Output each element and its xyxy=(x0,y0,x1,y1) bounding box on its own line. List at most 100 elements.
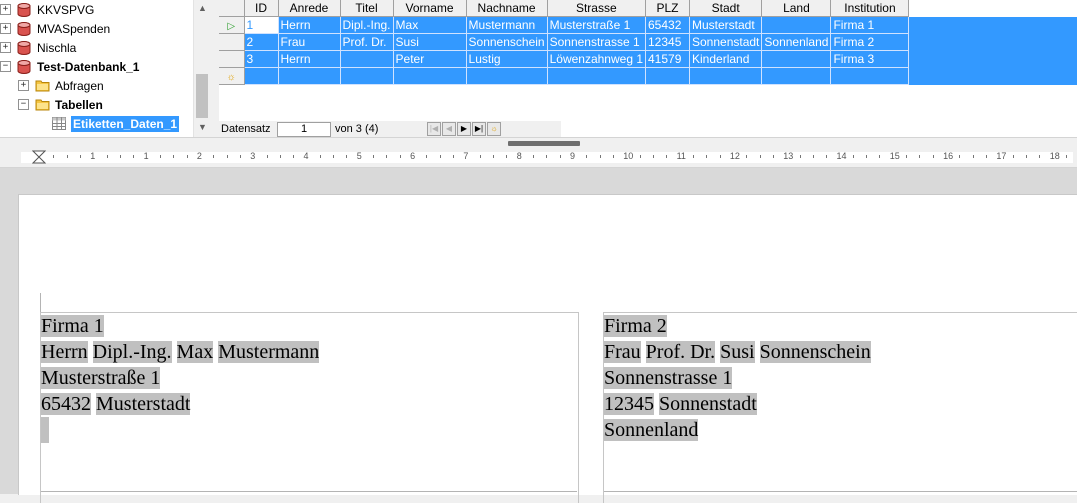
table-cell[interactable]: 65432 xyxy=(645,16,690,34)
collapse-icon[interactable]: − xyxy=(0,61,11,72)
table-cell[interactable]: 12345 xyxy=(645,33,690,51)
mail-merge-field[interactable]: Firma 2 xyxy=(604,315,667,337)
table-cell[interactable] xyxy=(830,67,910,85)
label-text-1[interactable]: Firma 1 Herrn Dipl.-Ing. Max Mustermann Mu… xyxy=(41,313,320,443)
mail-merge-field[interactable] xyxy=(41,417,49,443)
collapse-icon[interactable]: − xyxy=(18,99,29,110)
mail-merge-field[interactable]: Firma 1 xyxy=(41,315,104,337)
table-cell[interactable] xyxy=(761,16,832,34)
expand-icon[interactable]: + xyxy=(0,23,11,34)
tree-item[interactable]: − Tabellen xyxy=(18,95,103,114)
table-cell[interactable]: Firma 2 xyxy=(830,33,910,51)
mail-merge-field[interactable]: Sonnenstadt xyxy=(659,393,757,415)
table-cell[interactable] xyxy=(340,50,394,68)
table-cell[interactable]: 2 xyxy=(244,33,279,51)
table-cell[interactable]: Sonnenstrasse 1 xyxy=(547,33,647,51)
mail-merge-field[interactable]: Max xyxy=(176,341,214,363)
table-cell[interactable]: 3 xyxy=(244,50,279,68)
label-frame-1[interactable]: Firma 1 Herrn Dipl.-Ing. Max Mustermann Mu… xyxy=(40,312,579,503)
row-header[interactable]: ☼ xyxy=(219,67,245,85)
table-cell[interactable]: Sonnenland xyxy=(761,33,832,51)
data-grid[interactable]: ID Anrede Titel Vorname Nachname Strasse PLZ St… xyxy=(219,0,1077,137)
mail-merge-field[interactable]: Sonnenland xyxy=(604,419,699,441)
row-header[interactable] xyxy=(219,33,245,51)
label-text-2[interactable]: Firma 2 Frau Prof. Dr. Susi Sonnenschein S… xyxy=(604,313,871,443)
first-record-icon[interactable]: |◀ xyxy=(427,122,441,136)
table-row[interactable]: ▷ 1 Herrn Dipl.-Ing. Max Mustermann Musterstra… xyxy=(219,16,910,34)
table-cell[interactable] xyxy=(278,67,341,85)
table-cell[interactable]: Herrn xyxy=(278,50,341,68)
table-cell[interactable]: Max xyxy=(393,16,467,34)
scroll-thumb[interactable] xyxy=(196,74,208,118)
column-header[interactable]: Institution xyxy=(830,0,910,17)
table-cell[interactable] xyxy=(547,67,647,85)
table-cell[interactable]: Sonnenstadt xyxy=(689,33,763,51)
table-cell[interactable]: Musterstraße 1 xyxy=(547,16,647,34)
table-cell[interactable] xyxy=(645,67,690,85)
table-cell[interactable]: Firma 3 xyxy=(830,50,910,68)
mail-merge-field[interactable]: Mustermann xyxy=(218,341,320,363)
column-header[interactable]: Land xyxy=(761,0,832,17)
table-cell[interactable] xyxy=(244,67,279,85)
table-cell[interactable] xyxy=(761,50,832,68)
column-header[interactable]: Strasse xyxy=(547,0,647,17)
row-header[interactable]: ▷ xyxy=(219,16,245,34)
grid-corner[interactable] xyxy=(219,0,245,17)
column-header[interactable]: Vorname xyxy=(393,0,467,17)
column-header[interactable]: Titel xyxy=(340,0,394,17)
splitter-grip[interactable] xyxy=(508,141,580,146)
mail-merge-field[interactable]: Frau xyxy=(604,341,641,363)
column-header[interactable]: Nachname xyxy=(466,0,548,17)
label-frame-2[interactable]: Firma 2 Frau Prof. Dr. Susi Sonnenschein S… xyxy=(603,312,1077,503)
table-cell[interactable]: Peter xyxy=(393,50,467,68)
record-number-field[interactable]: 1 xyxy=(277,121,331,137)
mail-merge-field[interactable]: Susi xyxy=(720,341,755,363)
table-cell[interactable] xyxy=(689,67,763,85)
table-cell[interactable] xyxy=(340,67,394,85)
horizontal-ruler[interactable]: 112345678910111213141516171819 xyxy=(0,147,1077,168)
tree-item[interactable]: + Nischla xyxy=(0,38,76,57)
column-header[interactable]: PLZ xyxy=(645,0,690,17)
scroll-down-icon[interactable]: ▼ xyxy=(194,119,211,135)
table-cell[interactable]: Prof. Dr. xyxy=(340,33,394,51)
mail-merge-field[interactable]: Musterstraße 1 xyxy=(41,367,161,389)
last-record-icon[interactable]: ▶| xyxy=(472,122,486,136)
column-header[interactable]: ID xyxy=(244,0,279,17)
document-page[interactable]: Firma 1 Herrn Dipl.-Ing. Max Mustermann Mu… xyxy=(18,194,1077,503)
table-cell[interactable] xyxy=(466,67,548,85)
next-record-icon[interactable]: ▶ xyxy=(457,122,471,136)
new-record-row[interactable]: ☼ xyxy=(219,67,910,85)
table-cell[interactable]: Sonnenschein xyxy=(466,33,548,51)
mail-merge-field[interactable]: Sonnenstrasse 1 xyxy=(604,367,733,389)
grid-table[interactable]: ID Anrede Titel Vorname Nachname Strasse PLZ St… xyxy=(219,0,910,85)
tree-item[interactable]: + MVASpenden xyxy=(0,19,110,38)
tree-item[interactable]: − Test-Datenbank_1 xyxy=(0,57,139,76)
table-cell[interactable]: Kinderland xyxy=(689,50,763,68)
mail-merge-field[interactable]: 65432 xyxy=(41,393,91,415)
expand-icon[interactable]: + xyxy=(0,42,11,53)
table-cell[interactable]: Löwenzahnweg 1 xyxy=(547,50,647,68)
mail-merge-field[interactable]: Sonnenschein xyxy=(759,341,871,363)
table-cell[interactable]: Lustig xyxy=(466,50,548,68)
tree-scrollbar[interactable]: ▲ ▼ xyxy=(193,0,211,137)
tree-item[interactable]: + Abfragen xyxy=(18,76,104,95)
table-cell[interactable]: Dipl.-Ing. xyxy=(340,16,394,34)
prev-record-icon[interactable]: ◀ xyxy=(442,122,456,136)
mail-merge-field[interactable]: Herrn xyxy=(41,341,88,363)
table-cell[interactable]: Musterstadt xyxy=(689,16,763,34)
new-record-icon[interactable]: ☼ xyxy=(487,122,501,136)
expand-icon[interactable]: + xyxy=(18,80,29,91)
mail-merge-field[interactable]: Musterstadt xyxy=(96,393,191,415)
table-cell[interactable] xyxy=(761,67,832,85)
table-cell[interactable] xyxy=(393,67,467,85)
table-cell[interactable]: Herrn xyxy=(278,16,341,34)
scroll-up-icon[interactable]: ▲ xyxy=(194,0,211,16)
row-header[interactable] xyxy=(219,50,245,68)
table-cell[interactable]: Mustermann xyxy=(466,16,548,34)
column-header[interactable]: Anrede xyxy=(278,0,341,17)
mail-merge-field[interactable]: 12345 xyxy=(604,393,654,415)
table-row[interactable]: 2 Frau Prof. Dr. Susi Sonnenschein Sonnenstra… xyxy=(219,33,910,51)
data-source-tree[interactable]: + KKVSPVG + MVASpenden + Nischla − Test-Datenba… xyxy=(0,0,211,137)
table-row[interactable]: 3 Herrn Peter Lustig Löwenzahnweg 1 41579 Kind… xyxy=(219,50,910,68)
tree-item[interactable]: Etiketten_Daten_1 xyxy=(52,114,180,133)
